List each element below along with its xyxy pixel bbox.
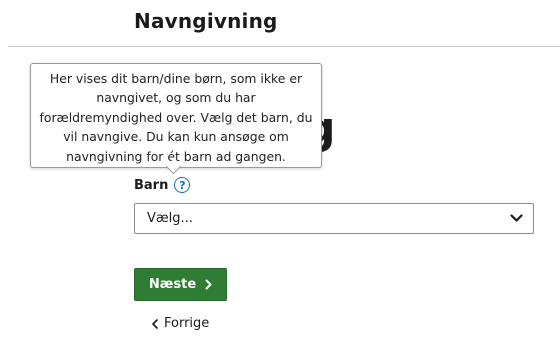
back-link-label: Forrige [164,316,210,331]
child-select-value: Vælg... [147,211,193,226]
next-button-label: Næste [148,277,197,292]
back-link[interactable]: Forrige [152,316,209,331]
child-field-label-row: Barn ? [134,176,191,194]
page-title: Navngivning [134,9,278,33]
next-button[interactable]: Næste [134,268,227,301]
help-tooltip: Her vises dit barn/dine børn, som ikke e… [30,63,322,168]
header-divider [8,46,560,47]
tooltip-text: Her vises dit barn/dine børn, som ikke e… [39,71,313,164]
child-select[interactable]: Vælg... [134,203,534,234]
chevron-down-icon [509,214,523,224]
chevron-left-icon [152,318,158,329]
chevron-right-icon [205,279,212,290]
question-circle-icon[interactable]: ? [174,177,191,193]
child-field-label: Barn [134,177,169,193]
